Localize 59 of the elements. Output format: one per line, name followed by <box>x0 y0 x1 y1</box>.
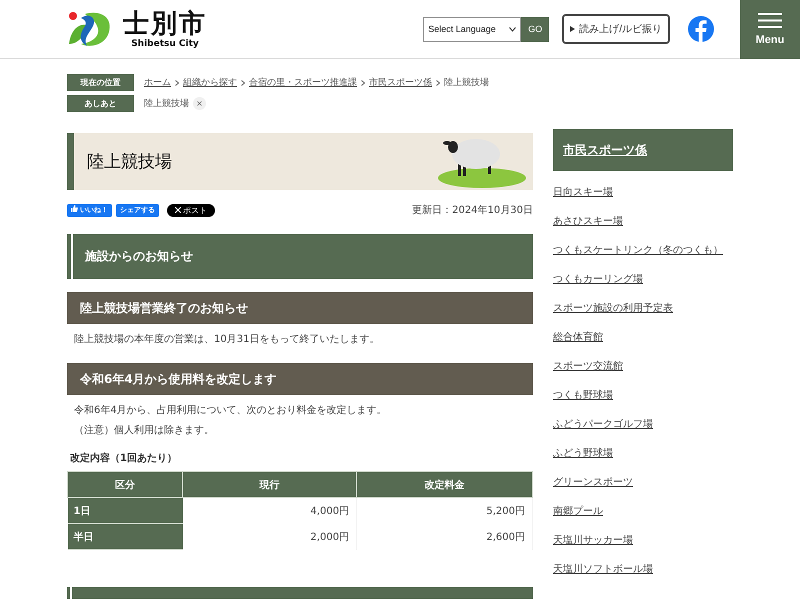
notice-text: 陸上競技場の本年度の営業は、10月31日をもって終了いたします。 <box>73 332 380 347</box>
notice-heading: 陸上競技場営業終了のお知らせ <box>67 292 533 324</box>
chevron-right-icon <box>241 80 245 86</box>
breadcrumb-label: 現在の位置 <box>67 74 134 91</box>
column-header: 現行 <box>182 472 357 498</box>
breadcrumb-link[interactable]: 合宿の里・スポーツ推進課 <box>249 76 357 89</box>
table-caption: 改定内容（1回あたり） <box>69 451 178 465</box>
facebook-icon[interactable] <box>688 16 714 42</box>
sidebar-link[interactable]: つくも野球場 <box>553 388 733 403</box>
notice-text: （注意）個人利用は除きます。 <box>73 424 215 438</box>
table-cell: 5,200円 <box>356 498 532 524</box>
menu-icon <box>758 12 782 28</box>
menu-button[interactable]: Menu <box>740 0 800 58</box>
sidebar-link[interactable]: つくもカーリング場 <box>553 272 733 287</box>
play-triangle-icon <box>570 26 576 32</box>
sidebar-link[interactable]: 日向スキー場 <box>553 185 733 200</box>
breadcrumb-current: 陸上競技場 <box>444 76 489 89</box>
section-heading: 施設からのお知らせ <box>67 234 533 279</box>
sidebar-link[interactable]: スポーツ交流館 <box>553 359 733 374</box>
notice-text: 令和6年4月から、占用利用について、次のとおり料金を改定します。 <box>73 404 388 418</box>
updated-date: 更新日：2024年10月30日 <box>412 204 533 217</box>
breadcrumb-link[interactable]: 市民スポーツ係 <box>369 76 432 89</box>
breadcrumb-link[interactable]: 組織から探す <box>183 76 237 89</box>
go-button[interactable]: GO <box>521 16 550 42</box>
site-logo-subtitle: Shibetsu City <box>131 39 199 49</box>
sidebar-link[interactable]: ふどうパークゴルフ場 <box>553 417 733 432</box>
column-header: 改定料金 <box>356 472 532 498</box>
table-cell: 2,600円 <box>356 524 532 550</box>
sidebar-link[interactable]: 総合体育館 <box>553 330 733 345</box>
sidebar-link[interactable]: つくもスケートリンク（冬のつくも） <box>553 243 733 258</box>
sidebar-link[interactable]: あさひスキー場 <box>553 214 733 229</box>
chevron-right-icon <box>436 80 440 86</box>
table-cell: 4,000円 <box>182 498 357 524</box>
table-cell: 2,000円 <box>182 524 357 550</box>
page-title: 陸上競技場 <box>87 151 172 173</box>
chevron-right-icon <box>361 80 365 86</box>
history-label: あしあと <box>67 95 134 112</box>
chevron-down-icon <box>509 26 516 32</box>
column-header: 区分 <box>68 472 182 498</box>
sidebar-link[interactable]: 天塩川ソフトボール場 <box>553 562 733 577</box>
sidebar-link[interactable]: ふどう野球場 <box>553 446 733 461</box>
sidebar-link[interactable]: スポーツ施設の利用予定表 <box>553 301 733 316</box>
sidebar-title[interactable]: 市民スポーツ係 <box>553 129 733 171</box>
breadcrumb-link[interactable]: ホーム <box>144 76 171 89</box>
sidebar-link[interactable]: 天塩川サッカー場 <box>553 533 733 548</box>
x-logo-icon <box>174 206 181 212</box>
sidebar-link[interactable]: グリーンスポーツ <box>553 475 733 490</box>
row-header: 半日 <box>68 524 182 550</box>
row-header: 1日 <box>68 498 182 524</box>
history-link[interactable]: 陸上競技場 <box>144 97 189 110</box>
close-button[interactable]: × <box>193 97 206 110</box>
post-button[interactable]: ポスト <box>166 204 216 216</box>
site-logo-title[interactable]: 士別市 <box>123 9 207 39</box>
sidebar-link[interactable]: 南郷プール <box>553 504 733 519</box>
language-select[interactable]: Select Language <box>423 16 522 42</box>
thumbs-up-icon <box>71 205 78 212</box>
read-aloud-button[interactable]: 読み上げ/ルビ振り <box>562 14 670 44</box>
notice-heading: 令和6年4月から使用料を改定します <box>67 363 533 395</box>
chevron-right-icon <box>175 80 179 86</box>
